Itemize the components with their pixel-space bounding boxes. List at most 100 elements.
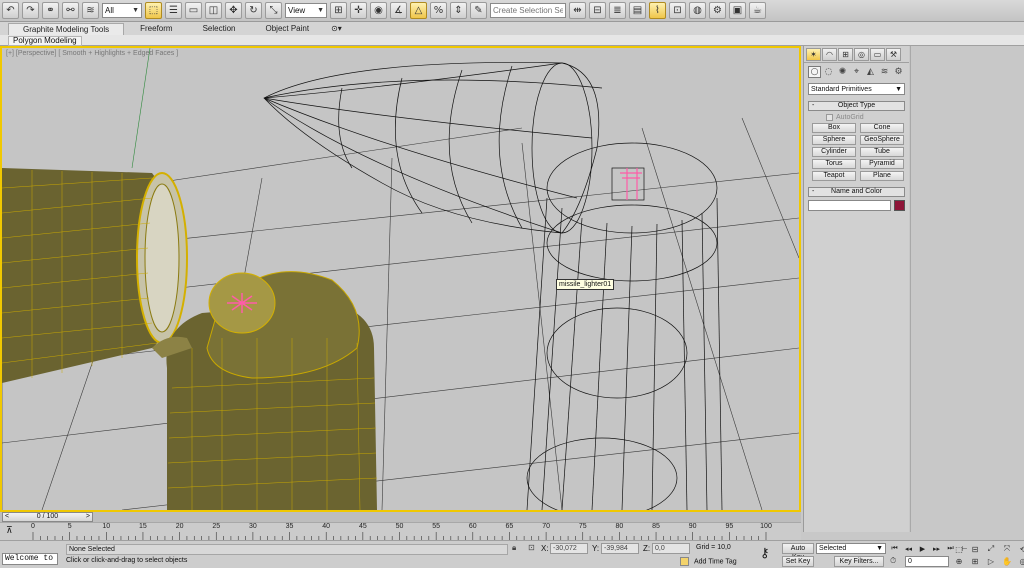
next-frame-icon[interactable]: ▸▸	[930, 543, 943, 554]
go-to-start-icon[interactable]: ⏮	[888, 543, 901, 554]
select-object-icon[interactable]: ⬚	[145, 2, 162, 19]
align-icon[interactable]: ⊟	[589, 2, 606, 19]
link-icon[interactable]: ⚭	[42, 2, 59, 19]
prev-frame-icon[interactable]: <	[5, 513, 9, 521]
material-editor-icon[interactable]: ◍	[689, 2, 706, 19]
previous-frame-icon[interactable]: ◂◂	[902, 543, 915, 554]
maximize-viewport-icon[interactable]: ⤢	[984, 543, 998, 555]
cameras-icon[interactable]: ⌖	[850, 66, 863, 78]
display-tab-icon[interactable]: ▭	[870, 48, 885, 61]
mirror-icon[interactable]: ⇹	[569, 2, 586, 19]
tab-selection[interactable]: Selection	[189, 23, 250, 35]
zoom-extents-icon[interactable]: ⬚	[952, 543, 966, 555]
tube-button[interactable]: Tube	[860, 147, 904, 157]
auto-key-button[interactable]: Auto Key	[782, 543, 814, 561]
lights-icon[interactable]: ✺	[836, 66, 849, 78]
zoom-extents-all-icon[interactable]: ⊟	[968, 543, 982, 555]
box-button[interactable]: Box	[812, 123, 856, 133]
pivot-center-icon[interactable]: ⊞	[330, 2, 347, 19]
bind-space-warp-icon[interactable]: ≋	[82, 2, 99, 19]
systems-icon[interactable]: ⚙	[892, 66, 905, 78]
manipulate-icon[interactable]: ✛	[350, 2, 367, 19]
cone-button[interactable]: Cone	[860, 123, 904, 133]
select-scale-icon[interactable]: ⤡	[265, 2, 282, 19]
named-selection-input[interactable]	[490, 3, 566, 18]
viewport-label[interactable]: [+] [Perspective] [ Smooth + Highlights …	[6, 50, 178, 57]
render-setup-icon[interactable]: ⚙	[709, 2, 726, 19]
layer-manager-icon[interactable]: ≣	[609, 2, 626, 19]
curve-editor-icon[interactable]: ⌇	[649, 2, 666, 19]
tab-freeform[interactable]: Freeform	[126, 23, 186, 35]
primitive-category-dropdown[interactable]: Standard Primitives ▼	[808, 83, 905, 95]
select-rotate-icon[interactable]: ↻	[245, 2, 262, 19]
spinner-snap-icon[interactable]: %	[430, 2, 447, 19]
perspective-viewport[interactable]: [+] [Perspective] [ Smooth + Highlights …	[0, 46, 801, 512]
motion-tab-icon[interactable]: ◎	[854, 48, 869, 61]
undo-icon[interactable]: ↶	[2, 2, 19, 19]
geometry-icon[interactable]: ○	[808, 66, 821, 78]
z-coordinate-field[interactable]: 0,0	[652, 543, 690, 554]
space-warps-icon[interactable]: ≋	[878, 66, 891, 78]
spinner-icon[interactable]: ⇕	[450, 2, 467, 19]
time-slider[interactable]: < 0 / 100 >	[0, 512, 801, 522]
tab-graphite-modeling-tools[interactable]: Graphite Modeling Tools	[8, 23, 125, 35]
graphite-toggle-icon[interactable]: ▤	[629, 2, 646, 19]
key-filters-button[interactable]: Key Filters...	[834, 556, 884, 567]
add-time-tag[interactable]: Add Time Tag	[680, 557, 737, 566]
helpers-icon[interactable]: ◭	[864, 66, 877, 78]
schematic-view-icon[interactable]: ⊡	[669, 2, 686, 19]
object-color-swatch[interactable]	[894, 200, 905, 211]
object-name-field[interactable]	[808, 200, 891, 211]
pan-icon[interactable]: ✋	[1000, 555, 1014, 567]
object-type-rollout[interactable]: - Object Type	[808, 101, 905, 111]
field-of-view-icon[interactable]: ▷	[984, 555, 998, 567]
selection-filter-dropdown[interactable]: All ▼	[102, 3, 142, 18]
track-bar[interactable]: ⊼ 0 5 10 15 20 25 30 35 40 45 50 55 60 65 70 75 80 85 90 95…	[0, 522, 801, 541]
tab-object-paint[interactable]: Object Paint	[252, 23, 324, 35]
plane-button[interactable]: Plane	[860, 171, 904, 181]
current-frame-field[interactable]: 0	[905, 556, 949, 567]
window-crossing-icon[interactable]: ◫	[205, 2, 222, 19]
y-coordinate-field[interactable]: -39,984	[601, 543, 639, 554]
next-frame-icon[interactable]: >	[86, 513, 90, 521]
reference-coordinate-dropdown[interactable]: View ▼	[285, 3, 327, 18]
key-icon[interactable]: ⚷	[760, 546, 770, 561]
teapot-button[interactable]: Teapot	[812, 171, 856, 181]
sphere-button[interactable]: Sphere	[812, 135, 856, 145]
lock-selection-icon[interactable]: 🔒︎	[512, 543, 516, 553]
maxscript-listener[interactable]: Welcome to M	[2, 553, 58, 565]
select-move-icon[interactable]: ✥	[225, 2, 242, 19]
autogrid-checkbox[interactable]: AutoGrid	[826, 114, 909, 121]
torus-button[interactable]: Torus	[812, 159, 856, 169]
zoom-icon[interactable]: ⊕	[952, 555, 966, 567]
render-icon[interactable]: ☕	[749, 2, 766, 19]
select-by-name-icon[interactable]: ☰	[165, 2, 182, 19]
x-coordinate-field[interactable]: -30,072	[550, 543, 588, 554]
shapes-icon[interactable]: ◌	[822, 66, 835, 78]
absolute-mode-icon[interactable]: ⊡	[528, 543, 535, 552]
snaps-toggle-icon[interactable]: ◉	[370, 2, 387, 19]
set-key-button[interactable]: Set Key	[782, 556, 814, 567]
ribbon-options-icon[interactable]: ⊙▾	[325, 23, 348, 35]
pyramid-button[interactable]: Pyramid	[860, 159, 904, 169]
geosphere-button[interactable]: GeoSphere	[860, 135, 904, 145]
name-color-rollout[interactable]: - Name and Color	[808, 187, 905, 197]
angle-snap-icon[interactable]: ∡	[390, 2, 407, 19]
key-mode-dropdown[interactable]: Selected ▼	[816, 543, 886, 554]
walk-through-icon[interactable]: ⤧	[1000, 543, 1014, 555]
rendered-frame-icon[interactable]: ▣	[729, 2, 746, 19]
modify-tab-icon[interactable]: ◠	[822, 48, 837, 61]
rect-selection-icon[interactable]: ▭	[185, 2, 202, 19]
time-config-icon[interactable]: ⏱	[890, 556, 896, 566]
cylinder-button[interactable]: Cylinder	[812, 147, 856, 157]
zoom-all-icon[interactable]: ⊞	[968, 555, 982, 567]
orbit-icon[interactable]: ◎	[1016, 555, 1024, 567]
percent-snap-icon[interactable]: △	[410, 2, 427, 19]
utilities-tab-icon[interactable]: ⚒	[886, 48, 901, 61]
redo-icon[interactable]: ↷	[22, 2, 39, 19]
polygon-modeling-panel-label[interactable]: Polygon Modeling	[8, 36, 82, 46]
play-icon[interactable]: ▶	[916, 543, 929, 554]
edit-named-sets-icon[interactable]: ✎	[470, 2, 487, 19]
hierarchy-tab-icon[interactable]: ⊞	[838, 48, 853, 61]
arc-rotate-icon[interactable]: ⟲	[1016, 543, 1024, 555]
